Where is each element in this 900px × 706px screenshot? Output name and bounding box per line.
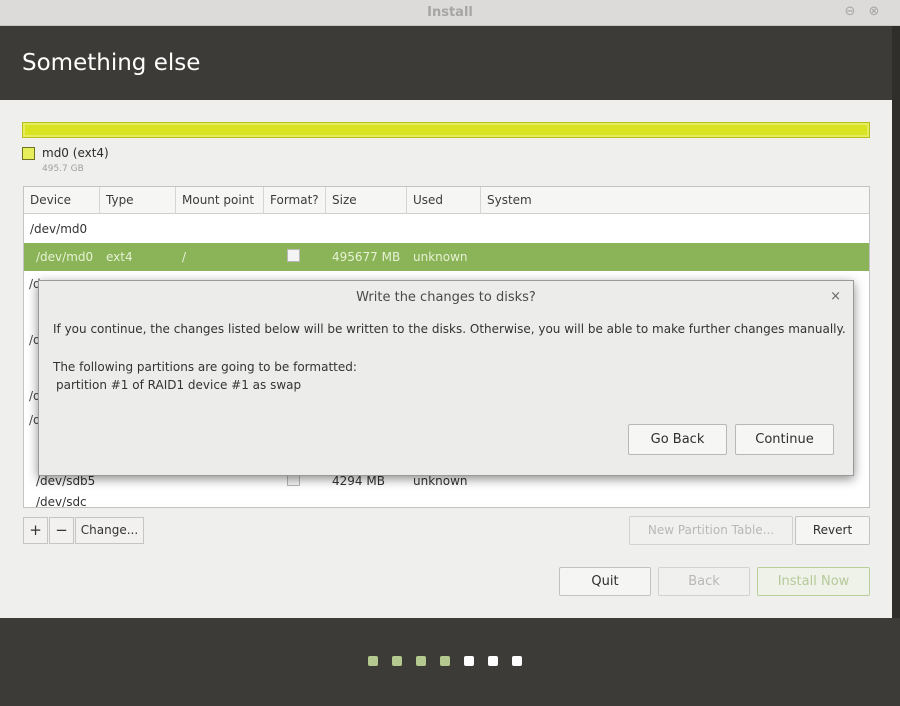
column-mount-point[interactable]: Mount point — [176, 187, 264, 214]
back-button[interactable]: Back — [658, 567, 750, 596]
column-format[interactable]: Format? — [264, 187, 326, 214]
progress-step-dot — [512, 656, 522, 666]
write-changes-dialog: Write the changes to disks? × If you con… — [38, 280, 854, 476]
mount-cell: / — [182, 250, 187, 264]
table-row[interactable]: /dev/sdc — [24, 488, 869, 508]
column-type[interactable]: Type — [100, 187, 176, 214]
footer — [0, 618, 900, 706]
remove-partition-button[interactable]: − — [49, 517, 74, 544]
new-partition-table-button[interactable]: New Partition Table... — [629, 516, 793, 545]
legend-name: md0 (ext4) — [42, 146, 109, 160]
column-device[interactable]: Device — [24, 187, 100, 214]
disk-usage-bar — [22, 122, 870, 138]
format-checkbox[interactable] — [287, 249, 300, 262]
window-edge — [892, 26, 900, 706]
progress-step-dot — [368, 656, 378, 666]
progress-step-dot — [488, 656, 498, 666]
dialog-close-icon[interactable]: × — [830, 289, 841, 304]
page-header: Something else — [0, 26, 900, 100]
change-partition-button[interactable]: Change... — [75, 517, 144, 544]
size-cell: 495677 MB — [332, 250, 401, 264]
minimize-icon[interactable]: ⊖ — [842, 4, 858, 20]
size-cell: 4294 MB — [332, 474, 385, 488]
device-cell: /dev/md0 — [36, 250, 94, 264]
device-cell: /dev/sdb5 — [36, 474, 96, 488]
type-cell: ext4 — [106, 250, 133, 264]
dialog-format-item: partition #1 of RAID1 device #1 as swap — [56, 378, 302, 392]
column-used[interactable]: Used — [407, 187, 481, 214]
legend-swatch — [22, 147, 35, 160]
device-cell: /dev/md0 — [30, 222, 88, 236]
add-partition-button[interactable]: + — [23, 517, 48, 544]
window-title: Install — [427, 5, 473, 20]
progress-step-dot — [440, 656, 450, 666]
dialog-title: Write the changes to disks? — [356, 290, 536, 305]
progress-step-dot — [416, 656, 426, 666]
continue-button[interactable]: Continue — [735, 424, 834, 455]
used-cell: unknown — [413, 250, 468, 264]
progress-step-dot — [464, 656, 474, 666]
table-header: Device Type Mount point Format? Size Use… — [24, 187, 869, 214]
quit-button[interactable]: Quit — [559, 567, 651, 596]
dialog-message: If you continue, the changes listed belo… — [53, 322, 846, 336]
close-icon[interactable]: ⊗ — [866, 4, 882, 20]
device-cell: /dev/sdc — [36, 495, 87, 508]
table-row-selected[interactable]: /dev/md0 ext4 / 495677 MB unknown — [24, 243, 869, 271]
page-title: Something else — [22, 50, 201, 76]
progress-step-dot — [392, 656, 402, 666]
legend-size: 495.7 GB — [42, 164, 84, 174]
used-cell: unknown — [413, 474, 468, 488]
dialog-format-heading: The following partitions are going to be… — [53, 360, 357, 374]
revert-button[interactable]: Revert — [795, 516, 870, 545]
install-now-button[interactable]: Install Now — [757, 567, 870, 596]
window-titlebar: Install ⊖ ⊗ — [0, 0, 900, 26]
go-back-button[interactable]: Go Back — [628, 424, 727, 455]
column-size[interactable]: Size — [326, 187, 407, 214]
table-row[interactable]: /dev/md0 — [24, 215, 869, 243]
column-system[interactable]: System — [481, 187, 869, 214]
